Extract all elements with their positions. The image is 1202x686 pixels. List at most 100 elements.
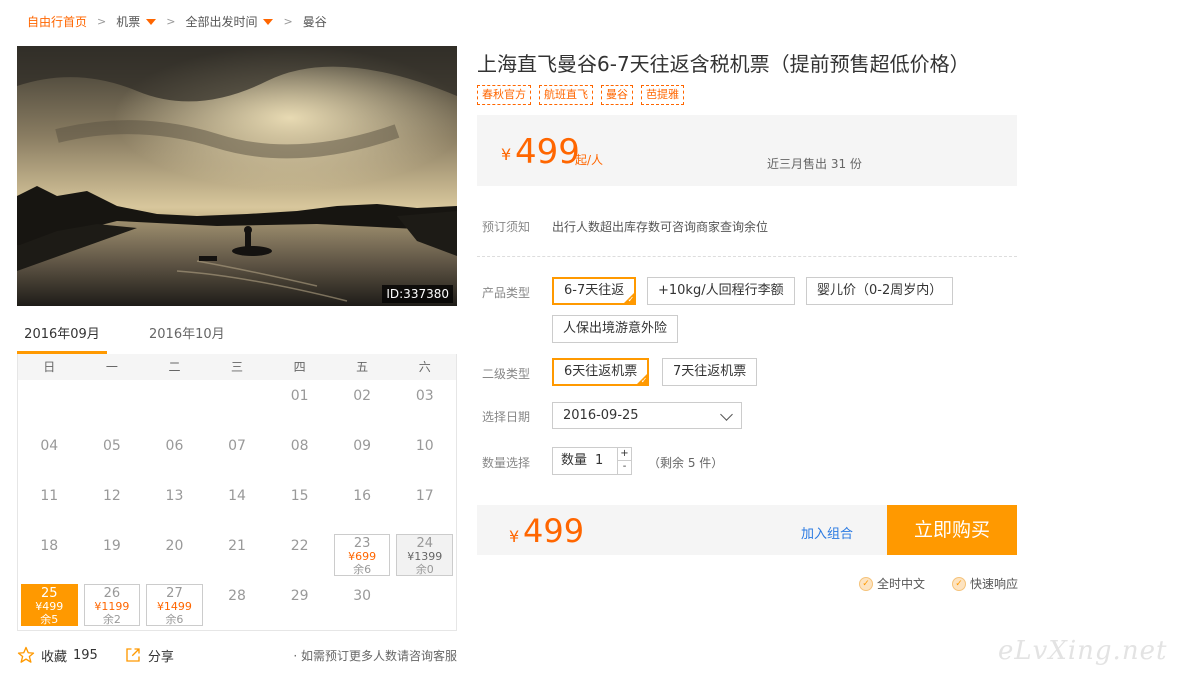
sunset-lake-image — [17, 46, 457, 306]
option-6-day-ticket[interactable]: 6天往返机票 ✓ — [552, 358, 650, 386]
option-label: 6天往返机票 — [564, 364, 638, 379]
consult-note: · 如需预订更多人数请咨询客服 — [293, 648, 457, 663]
option-7-day-ticket[interactable]: 7天往返机票 — [662, 358, 758, 386]
weekday-mon: 一 — [105, 360, 118, 374]
product-title: 上海直飞曼谷6-7天往返含税机票（提前预售超低价格） — [477, 52, 970, 76]
calendar-day-priced[interactable]: 23 ¥699 余6 — [331, 530, 394, 580]
buy-now-button[interactable]: 立即购买 — [887, 505, 1017, 555]
weekday-sun: 日 — [43, 360, 56, 374]
tab-2016-10[interactable]: 2016年10月 — [149, 322, 225, 354]
day-price: ¥499 — [35, 600, 64, 613]
stock-remaining: （剩余 5 件） — [648, 456, 724, 470]
calendar-day-selected[interactable]: 25 ¥499 余5 — [18, 580, 81, 630]
calendar-day: 10 — [415, 438, 434, 454]
day-price-box[interactable]: 27 ¥1499 余6 — [146, 584, 203, 626]
calendar-day: 13 — [165, 488, 184, 504]
check-icon: ✓ — [627, 295, 635, 304]
day-number: 23 — [353, 536, 371, 551]
quantity-decrease-button[interactable]: - — [617, 461, 631, 474]
buy-bar: ¥ 499 加入组合 立即购买 — [477, 505, 1017, 555]
breadcrumb-flights-link[interactable]: 机票 — [116, 13, 157, 30]
calendar-day: 14 — [228, 488, 246, 504]
calendar-day: 19 — [102, 538, 121, 554]
calendar-day: 29 — [290, 588, 309, 604]
chevron-down-icon — [146, 19, 157, 25]
share-label: 分享 — [147, 649, 174, 665]
notice-text: 出行人数超出库存数可咨询商家查询余位 — [552, 220, 769, 234]
quantity-label: 数量选择 — [482, 456, 531, 470]
tag-item[interactable]: 航班直飞 — [539, 85, 593, 105]
quantity-increase-button[interactable]: + — [617, 448, 631, 461]
quantity-value[interactable]: 1 — [595, 453, 603, 468]
date-select[interactable]: 2016-09-25 — [552, 402, 742, 429]
day-remaining: 余6 — [353, 563, 372, 576]
option-extra-luggage[interactable]: +10kg/人回程行李额 — [647, 277, 795, 305]
calendar-day: 12 — [102, 488, 121, 504]
month-tabs: 2016年09月 2016年10月 — [17, 322, 457, 354]
calendar-week: 04 05 06 07 08 09 10 — [18, 430, 456, 480]
breadcrumb-flights-label: 机票 — [116, 14, 141, 29]
tag-item[interactable]: 芭提雅 — [641, 85, 684, 105]
calendar-day: 28 — [228, 588, 246, 604]
option-6-7-day-roundtrip[interactable]: 6-7天往返 ✓ — [552, 277, 637, 305]
breadcrumb-separator: > — [97, 14, 107, 28]
price-calendar: 日 一 二 三 四 五 六 01 02 03 04 05 06 07 08 09… — [17, 354, 457, 631]
tag-item[interactable]: 曼谷 — [601, 85, 633, 105]
calendar-day: 08 — [290, 438, 309, 454]
day-price-box: 24 ¥1399 余0 — [396, 534, 454, 576]
tab-2016-09[interactable]: 2016年09月 — [17, 322, 107, 354]
product-photo[interactable]: ID:337380 — [17, 46, 457, 306]
share-button[interactable]: 分享 — [124, 646, 174, 665]
watermark: eLvXing.net — [998, 636, 1168, 666]
option-travel-insurance[interactable]: 人保出境游意外险 — [552, 315, 679, 343]
calendar-day-priced[interactable]: 26 ¥1199 余2 — [81, 580, 144, 630]
breadcrumb-separator: > — [166, 14, 176, 28]
tag-item[interactable]: 春秋官方 — [477, 85, 531, 105]
share-icon — [126, 648, 140, 662]
calendar-day: 22 — [290, 538, 309, 554]
day-number: 25 — [41, 586, 58, 601]
option-infant-price[interactable]: 婴儿价（0-2周岁内） — [806, 277, 954, 305]
notice-label: 预订须知 — [482, 220, 531, 234]
calendar-week: 11 12 13 14 15 16 17 — [18, 480, 456, 530]
calendar-day: 16 — [353, 488, 372, 504]
quantity-prefix: 数量 — [561, 453, 588, 468]
day-number: 24 — [416, 536, 434, 551]
day-remaining: 余5 — [40, 613, 59, 626]
calendar-week: 25 ¥499 余5 26 ¥1199 余2 27 ¥1499 余6 28 29… — [18, 580, 456, 630]
calendar-empty-cell — [206, 380, 269, 430]
add-to-combo-link[interactable]: 加入组合 — [801, 523, 853, 542]
calendar-weekday-header: 日 一 二 三 四 五 六 — [18, 354, 456, 380]
product-tags: 春秋官方 航班直飞 曼谷 芭提雅 — [477, 85, 684, 105]
calendar-day: 18 — [40, 538, 59, 554]
calendar-day-priced[interactable]: 27 ¥1499 余6 — [143, 580, 206, 630]
calendar-empty-cell — [393, 580, 456, 630]
calendar-day: 04 — [40, 438, 59, 454]
breadcrumb-departure-time-link[interactable]: 全部出发时间 — [185, 13, 274, 30]
product-actions-bar: 收藏 195 分享 · 如需预订更多人数请咨询客服 — [17, 644, 457, 666]
breadcrumb-separator: > — [283, 14, 293, 28]
day-number: 27 — [166, 586, 183, 601]
breadcrumb-home-link[interactable]: 自由行首页 — [27, 13, 87, 30]
calendar-day: 06 — [165, 438, 184, 454]
chevron-down-icon — [720, 408, 733, 421]
quantity-stepper[interactable]: 数量 1 + - — [552, 447, 632, 475]
calendar-week: 01 02 03 — [18, 380, 456, 430]
day-price: ¥1399 — [407, 550, 443, 563]
calendar-day: 02 — [353, 388, 372, 404]
favorite-count: 195 — [73, 647, 98, 663]
day-remaining: 余0 — [415, 563, 434, 576]
weekday-thu: 四 — [293, 360, 306, 374]
day-price-box[interactable]: 23 ¥699 余6 — [333, 534, 391, 576]
service-badge-chinese: ✓ 全时中文 — [859, 575, 925, 592]
weekday-tue: 二 — [168, 360, 181, 374]
favorite-button[interactable]: 收藏 195 — [17, 646, 98, 665]
day-remaining: 余6 — [165, 613, 184, 626]
calendar-day: 20 — [165, 538, 184, 554]
calendar-week: 18 19 20 21 22 23 ¥699 余6 24 ¥1399 余0 — [18, 530, 456, 580]
price-value: 499 — [515, 132, 580, 172]
weekday-fri: 五 — [356, 360, 369, 374]
day-remaining: 余2 — [102, 613, 121, 626]
day-price-box[interactable]: 25 ¥499 余5 — [21, 584, 78, 626]
day-price-box[interactable]: 26 ¥1199 余2 — [83, 584, 141, 626]
